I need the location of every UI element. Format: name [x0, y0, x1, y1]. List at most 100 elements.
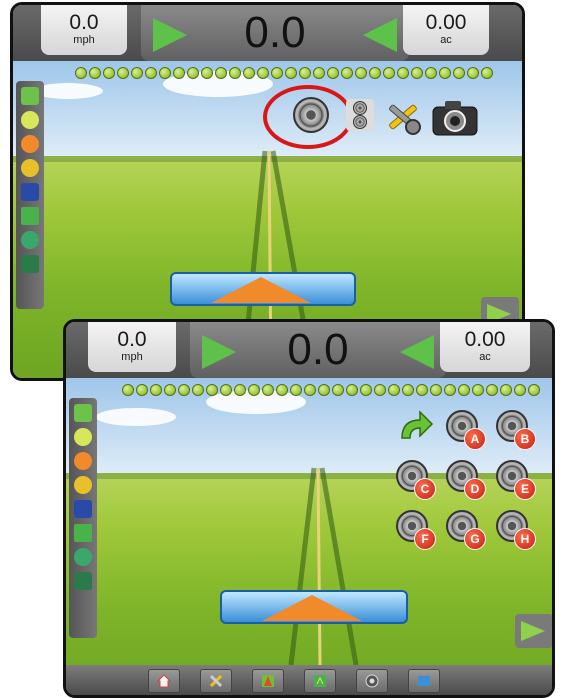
area-unit: ac [479, 351, 491, 363]
boom-section-dot [341, 67, 353, 79]
status-bar: 0.0 mph 0.0 0.00 ac [66, 322, 552, 378]
sprayer-icon[interactable] [74, 572, 92, 590]
area-value: 0.00 [464, 328, 506, 351]
tab-camera[interactable] [356, 669, 388, 693]
boom-section-dot [481, 67, 493, 79]
camera-icon [353, 115, 367, 129]
camera-label: A [464, 428, 486, 450]
boom-section-dot [290, 384, 302, 396]
camera-label: C [414, 478, 436, 500]
guidance-screen-front: 0.0 mph 0.0 0.00 ac A B C D E F G H [63, 319, 555, 698]
boom-section-dot [187, 67, 199, 79]
boom-section-dot [75, 67, 87, 79]
tab-home[interactable] [148, 669, 180, 693]
home-icon [157, 674, 171, 688]
boom-section-dot [192, 384, 204, 396]
boom-status-icon[interactable] [21, 135, 39, 153]
boom-section-dot [472, 384, 484, 396]
boom-section-dot [103, 67, 115, 79]
guidance-panel: 0.0 [190, 322, 446, 378]
cross-track-icon[interactable] [74, 428, 92, 446]
highlight-ring [263, 85, 353, 149]
sprayer-icon[interactable] [21, 255, 39, 273]
tilt-icon[interactable] [74, 500, 92, 518]
camera-button-g[interactable]: G [446, 510, 488, 552]
boom-section-dot [355, 67, 367, 79]
speed-value: 0.0 [69, 11, 99, 34]
auto-section-icon[interactable] [21, 159, 39, 177]
tab-map[interactable] [252, 669, 284, 693]
rate-icon[interactable] [21, 231, 39, 249]
camera-button-c[interactable]: C [396, 460, 438, 502]
rate-icon[interactable] [74, 548, 92, 566]
tab-field-view[interactable] [304, 669, 336, 693]
boom-status-icon[interactable] [74, 452, 92, 470]
camera-button-d[interactable]: D [446, 460, 488, 502]
area-unit: ac [440, 34, 452, 46]
guidance-mode-icon[interactable] [21, 87, 39, 105]
boom-section-dot [131, 67, 143, 79]
guidance-mode-icon[interactable] [74, 404, 92, 422]
speed-value: 0.0 [117, 328, 147, 351]
boom-section-dot [178, 384, 190, 396]
boom-section-dot [229, 67, 241, 79]
boom-section-dot [304, 384, 316, 396]
boom-section-dot [486, 384, 498, 396]
field-view-icon [314, 675, 326, 687]
boom-section-dot [243, 67, 255, 79]
mini-bar[interactable] [16, 81, 44, 309]
boom-section-dot [467, 67, 479, 79]
tools-icon[interactable] [383, 97, 423, 137]
boom-section-dot [453, 67, 465, 79]
boom-section-dot [285, 67, 297, 79]
tab-tools[interactable] [200, 669, 232, 693]
return-arrow-icon[interactable] [396, 408, 434, 442]
camera-label: D [464, 478, 486, 500]
map-icon [262, 675, 274, 687]
camera-button-b[interactable]: B [496, 410, 538, 452]
boom-section-dot [360, 384, 372, 396]
boom-section-dot [444, 384, 456, 396]
auto-section-icon[interactable] [74, 476, 92, 494]
area-value: 0.00 [425, 11, 467, 34]
speed-readout: 0.0 mph [88, 322, 176, 372]
tools-icon [209, 674, 223, 688]
boom-section-dot [117, 67, 129, 79]
boom-section-dot [374, 384, 386, 396]
camera-button-f[interactable]: F [396, 510, 438, 552]
tab-camera-select[interactable] [408, 669, 440, 693]
next-screen-button[interactable] [515, 614, 552, 648]
boom-section-dot [313, 67, 325, 79]
dual-camera-icon[interactable] [346, 99, 374, 131]
status-bar: 0.0 mph 0.0 0.00 ac [13, 5, 522, 61]
steer-left-icon [363, 18, 397, 52]
speed-unit: mph [73, 34, 95, 46]
boom-section-dot [411, 67, 423, 79]
boom-section-dot [206, 384, 218, 396]
area-readout: 0.00 ac [440, 322, 530, 372]
camera-button-e[interactable]: E [496, 460, 538, 502]
boom-section-dot [514, 384, 526, 396]
boom-section-dot [500, 384, 512, 396]
boom-section-dot [89, 67, 101, 79]
camera-button-h[interactable]: H [496, 510, 538, 552]
boom-section-dot [248, 384, 260, 396]
speed-unit: mph [121, 351, 143, 363]
arrow-right-icon [521, 621, 545, 641]
tilt-icon[interactable] [21, 183, 39, 201]
camera-button-a[interactable]: A [446, 410, 488, 452]
boom-section-dot [257, 67, 269, 79]
boom-section-dot [430, 384, 442, 396]
boom-section-indicators [122, 384, 540, 396]
vehicle-icon[interactable] [74, 524, 92, 542]
vehicle-icon[interactable] [21, 207, 39, 225]
vehicle-swath-icon [262, 595, 362, 621]
camera-select-icon [418, 676, 430, 686]
cross-track-icon[interactable] [21, 111, 39, 129]
mini-bar[interactable] [69, 398, 97, 638]
boom-section-dot [234, 384, 246, 396]
camera-label: F [414, 528, 436, 550]
speed-readout: 0.0 mph [41, 5, 127, 55]
boom-section-dot [416, 384, 428, 396]
screenshot-camera-icon[interactable] [431, 97, 479, 137]
